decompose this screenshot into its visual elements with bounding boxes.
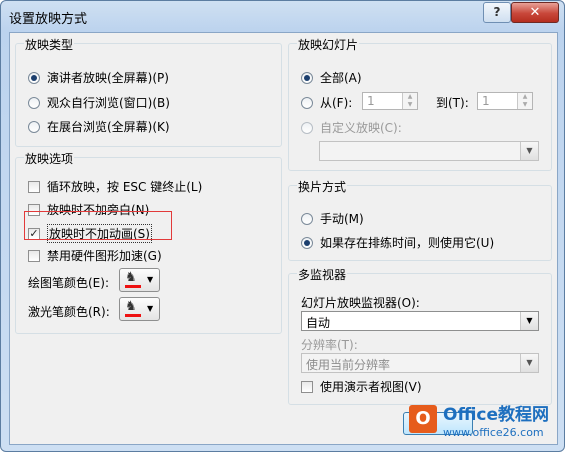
monitors-group: 多监视器 幻灯片放映监视器(O): 自动 ▼ 分辨率(T): 使用当前分辨率 ▼…	[288, 266, 552, 405]
highlight-box	[24, 211, 172, 240]
to-slide-label: 到(T):	[436, 96, 469, 110]
chevron-down-icon: ▼	[147, 275, 154, 284]
chevron-down-icon[interactable]: ▼	[520, 354, 538, 372]
hw-accel-label: 禁用硬件图形加速(G)	[47, 249, 162, 263]
radio-presenter-button[interactable]	[28, 71, 40, 84]
radio-all-slides-button[interactable]	[301, 71, 313, 84]
paint-bucket-icon: ♞	[125, 270, 137, 285]
spinner-arrows-icon[interactable]: ▲ ▼	[402, 93, 417, 109]
radio-manual[interactable]: 手动(M)	[301, 210, 364, 227]
loop-label: 循环放映，按 ESC 键终止(L)	[47, 180, 203, 194]
radio-kiosk-button[interactable]	[28, 120, 40, 133]
radio-presenter[interactable]: 演讲者放映(全屏幕)(P)	[28, 69, 169, 86]
radio-custom-show-button[interactable]	[301, 121, 313, 134]
show-slides-group: 放映幻灯片 全部(A) 从(F): 1 ▲ ▼ 到(T): 1 ▲ ▼ 自定义放…	[288, 36, 552, 171]
loop-checkbox[interactable]	[28, 180, 40, 193]
radio-from-slide-button[interactable]	[301, 96, 313, 109]
show-type-title: 放映类型	[24, 36, 75, 53]
show-options-group: 放映选项 循环放映，按 ESC 键终止(L) 放映时不加旁白(N) 放映时不加动…	[15, 150, 282, 334]
resolution-dropdown[interactable]: 使用当前分辨率 ▼	[301, 353, 539, 373]
chevron-down-icon[interactable]: ▼	[520, 312, 538, 330]
show-options-title: 放映选项	[24, 150, 75, 167]
monitors-title: 多监视器	[297, 266, 348, 283]
custom-show-dropdown[interactable]: ▼	[319, 141, 539, 161]
radio-custom-show-label: 自定义放映(C):	[320, 121, 402, 135]
radio-browsed-window-label: 观众自行浏览(窗口)(B)	[47, 96, 170, 110]
presenter-view-checkbox[interactable]	[301, 380, 313, 393]
pen-color-button[interactable]: ♞ ▼	[119, 268, 160, 292]
dialog-window: 设置放映方式 ? ✕ 放映类型 演讲者放映(全屏幕)(P) 观众自行浏览(窗口)…	[0, 0, 565, 452]
from-slide-value: 1	[367, 94, 375, 108]
radio-use-timings[interactable]: 如果存在排练时间，则使用它(U)	[301, 234, 494, 251]
radio-custom-show[interactable]: 自定义放映(C):	[301, 119, 402, 136]
slide-monitor-label: 幻灯片放映监视器(O):	[301, 296, 420, 310]
presenter-view-label: 使用演示者视图(V)	[320, 380, 422, 394]
hw-accel-checkbox[interactable]	[28, 249, 40, 262]
help-button[interactable]: ?	[483, 2, 511, 23]
pen-color-row: 绘图笔颜色(E):	[28, 274, 109, 291]
watermark-title: Office教程网	[443, 405, 550, 425]
spinner-arrows-icon[interactable]: ▲ ▼	[517, 93, 532, 109]
laser-color-button[interactable]: ♞ ▼	[119, 297, 160, 321]
radio-from-slide[interactable]: 从(F):	[301, 94, 352, 111]
radio-kiosk-label: 在展台浏览(全屏幕)(K)	[47, 120, 170, 134]
loop-option[interactable]: 循环放映，按 ESC 键终止(L)	[28, 178, 202, 195]
dialog-body: 放映类型 演讲者放映(全屏幕)(P) 观众自行浏览(窗口)(B) 在展台浏览(全…	[9, 32, 558, 445]
radio-browsed-window-button[interactable]	[28, 96, 40, 109]
advance-group: 换片方式 手动(M) 如果存在排练时间，则使用它(U)	[288, 178, 552, 261]
presenter-view-option[interactable]: 使用演示者视图(V)	[301, 378, 422, 395]
laser-color-label: 激光笔颜色(R):	[28, 305, 110, 319]
laser-color-swatch	[125, 314, 141, 317]
watermark-url: www.office26.com	[443, 426, 544, 439]
office-logo-icon: O	[409, 405, 437, 433]
radio-browsed-window[interactable]: 观众自行浏览(窗口)(B)	[28, 94, 170, 111]
radio-manual-button[interactable]	[301, 212, 313, 225]
pen-color-label: 绘图笔颜色(E):	[28, 276, 109, 290]
to-slide-row: 到(T):	[436, 94, 469, 111]
radio-presenter-label: 演讲者放映(全屏幕)(P)	[47, 71, 169, 85]
show-slides-title: 放映幻灯片	[297, 36, 360, 53]
watermark: O Office教程网 www.office26.com	[401, 401, 561, 445]
paint-bucket-icon: ♞	[125, 299, 137, 314]
chevron-down-icon[interactable]: ▼	[520, 142, 538, 160]
close-button[interactable]: ✕	[511, 2, 559, 23]
resolution-label: 分辨率(T):	[301, 338, 358, 352]
to-slide-value: 1	[482, 94, 490, 108]
radio-use-timings-label: 如果存在排练时间，则使用它(U)	[320, 236, 495, 250]
window-title: 设置放映方式	[9, 12, 88, 27]
hw-accel-option[interactable]: 禁用硬件图形加速(G)	[28, 247, 162, 264]
slide-monitor-value: 自动	[306, 316, 331, 330]
radio-all-slides-label: 全部(A)	[320, 71, 362, 85]
slide-monitor-dropdown[interactable]: 自动 ▼	[301, 311, 539, 331]
laser-color-row: 激光笔颜色(R):	[28, 303, 110, 320]
radio-kiosk[interactable]: 在展台浏览(全屏幕)(K)	[28, 118, 170, 135]
radio-from-slide-label: 从(F):	[320, 96, 353, 110]
title-bar[interactable]: 设置放映方式 ? ✕	[1, 1, 564, 33]
radio-use-timings-button[interactable]	[301, 236, 313, 249]
advance-title: 换片方式	[297, 178, 348, 195]
chevron-down-icon: ▼	[147, 304, 154, 313]
radio-all-slides[interactable]: 全部(A)	[301, 69, 362, 86]
to-slide-spinner[interactable]: 1 ▲ ▼	[477, 92, 533, 110]
resolution-value: 使用当前分辨率	[306, 358, 391, 372]
from-slide-spinner[interactable]: 1 ▲ ▼	[362, 92, 418, 110]
radio-manual-label: 手动(M)	[320, 212, 364, 226]
slide-monitor-row: 幻灯片放映监视器(O):	[301, 294, 420, 311]
pen-color-swatch	[125, 285, 141, 288]
show-type-group: 放映类型 演讲者放映(全屏幕)(P) 观众自行浏览(窗口)(B) 在展台浏览(全…	[15, 36, 282, 147]
resolution-row: 分辨率(T):	[301, 336, 358, 353]
